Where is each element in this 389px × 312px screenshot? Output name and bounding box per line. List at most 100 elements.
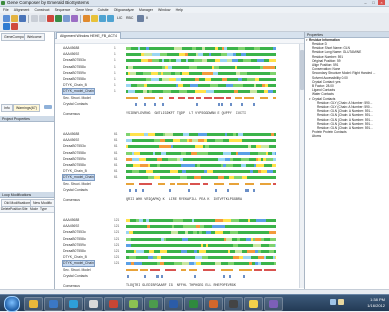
sequence-residues[interactable]: [126, 97, 276, 100]
sequence-residues[interactable]: [126, 176, 276, 180]
sequence-name[interactable]: DnraaB07558o: [63, 151, 86, 156]
tab-info[interactable]: Info: [1, 104, 13, 112]
sequence-residues[interactable]: [126, 262, 276, 266]
sequence-residues[interactable]: [126, 157, 276, 161]
tab-alignment-window[interactable]: Alignment Window HEHE_FB_ACT4: [56, 32, 121, 39]
taskbar-app-browser[interactable]: [64, 297, 83, 311]
sequence-residues[interactable]: [126, 133, 276, 136]
sequence-row[interactable]: DnraaB07558o 121: [55, 237, 304, 242]
sequence-row[interactable]: Sec. Struct. Model: [55, 96, 304, 101]
sequence-name[interactable]: Crystal Contacts: [63, 274, 88, 279]
col-mode[interactable]: Mode: [30, 207, 38, 212]
sequence-row[interactable]: DnraaB07558o 61: [55, 151, 304, 156]
sequence-residues[interactable]: [126, 164, 276, 167]
sequence-row[interactable]: DnraaB07558o 61: [55, 163, 304, 168]
sequence-name[interactable]: DnraaB07553o: [63, 58, 86, 63]
sequence-name[interactable]: Sec. Struct. Model: [63, 96, 91, 101]
sequence-row[interactable]: Crystal Contacts: [55, 274, 304, 279]
sequence-residues[interactable]: [126, 231, 276, 235]
sequence-name[interactable]: DnraaB07559o: [63, 71, 86, 76]
oligo-icon[interactable]: [71, 15, 78, 22]
sequence-name[interactable]: DTYK_Chain_B: [63, 255, 87, 260]
zoom-in-icon[interactable]: [99, 15, 106, 22]
align-left-icon[interactable]: [31, 15, 38, 22]
taskbar-app-excel[interactable]: [184, 297, 203, 311]
sequence-row[interactable]: DnraaB07553o 1: [55, 58, 304, 63]
minimize-button[interactable]: –: [362, 0, 369, 5]
tab-old-modifications[interactable]: Old Modifications: [1, 199, 34, 207]
sequence-residues[interactable]: [126, 274, 276, 278]
collapse-triangle-icon[interactable]: ▾: [309, 97, 311, 101]
sequence-name[interactable]: AAA45692: [63, 52, 79, 57]
sequence-row[interactable]: DTYK_Chain_B 61: [55, 169, 304, 174]
extra-label[interactable]: Il: [146, 16, 148, 20]
settings-icon[interactable]: [137, 15, 144, 22]
sequence-name[interactable]: DnraaB07558o: [63, 237, 86, 242]
close-button[interactable]: ×: [378, 0, 385, 5]
taskbar-app-office[interactable]: [104, 297, 123, 311]
sequence-row[interactable]: DnraaB07558o 1: [55, 65, 304, 70]
sequence-residues[interactable]: [126, 243, 276, 247]
sequence-name[interactable]: Crystal Contacts: [63, 188, 88, 193]
sequence-row[interactable]: DnraaB07559o 1: [55, 71, 304, 76]
sequence-row[interactable]: DnraaB07553o 121: [55, 230, 304, 235]
sequence-icon[interactable]: [55, 15, 62, 22]
taskbar-app-word[interactable]: [164, 297, 183, 311]
sequence-row[interactable]: AAA45692 61: [55, 138, 304, 143]
sequence-name[interactable]: AAA45692: [63, 224, 79, 229]
sequence-residues[interactable]: [126, 269, 276, 272]
sequence-residues[interactable]: [126, 256, 276, 260]
new-file-icon[interactable]: [3, 15, 10, 22]
sequence-row[interactable]: Crystal Contacts: [55, 102, 304, 107]
sequence-name[interactable]: DTYK_Chain_B: [63, 169, 87, 174]
sequence-row[interactable]: DnraaB07559o 121: [55, 243, 304, 248]
zoom-label[interactable]: LIC: [117, 16, 122, 20]
sequence-row[interactable]: AAA45692 1: [55, 52, 304, 57]
sequence-name[interactable]: AAA45688: [63, 132, 79, 137]
sequence-name[interactable]: Sec. Struct. Model: [63, 182, 91, 187]
sequence-name[interactable]: DTYK_model_Chain: [62, 88, 95, 96]
sequence-residues[interactable]: [126, 188, 276, 192]
sequence-residues[interactable]: [126, 250, 276, 253]
sequence-row[interactable]: DnraaB07559o 61: [55, 157, 304, 162]
sequence-name[interactable]: DnraaB07558o: [63, 163, 86, 168]
sequence-name[interactable]: DnraaB07553o: [63, 230, 86, 235]
sequence-row[interactable]: Crystal Contacts: [55, 188, 304, 193]
sequence-residues[interactable]: [126, 237, 276, 241]
sequence-row[interactable]: DnraaB07558o 1: [55, 77, 304, 82]
sequence-name[interactable]: DnraaB07559o: [63, 243, 86, 248]
sequence-row[interactable]: Sec. Struct. Model: [55, 182, 304, 187]
sequence-name[interactable]: AAA45692: [63, 138, 79, 143]
sequence-name[interactable]: DnraaB07558o: [63, 77, 86, 82]
open-folder-icon[interactable]: [11, 15, 18, 22]
sequence-row[interactable]: AAA45688 61: [55, 132, 304, 137]
col-delete[interactable]: Delete: [1, 207, 10, 212]
network-icon[interactable]: [330, 299, 336, 305]
sequence-name[interactable]: AAA45688: [63, 46, 79, 51]
sequence-residues[interactable]: [126, 53, 276, 57]
sequence-name[interactable]: DTYK_Chain_B: [63, 83, 87, 88]
sequence-residues[interactable]: [126, 59, 276, 63]
sequence-row[interactable]: DTYK_model_Chain 121: [55, 260, 304, 268]
sequence-name[interactable]: Sec. Struct. Model: [63, 268, 91, 273]
sequence-residues[interactable]: [126, 225, 276, 229]
clock[interactable]: 1:38 PM 1/16/2012: [367, 297, 385, 309]
sequence-row[interactable]: DTYK_model_Chain 1: [55, 88, 304, 96]
taskbar-app-notes[interactable]: [244, 297, 263, 311]
col-position[interactable]: Position: [10, 207, 21, 212]
align-center-icon[interactable]: [39, 15, 46, 22]
taskbar-app-powerpoint[interactable]: [204, 297, 223, 311]
taskbar-app-paint[interactable]: [124, 297, 143, 311]
stop-icon[interactable]: [11, 23, 18, 30]
taskbar-app-viewer[interactable]: [264, 297, 283, 311]
save-icon[interactable]: [19, 15, 26, 22]
sequence-name[interactable]: AAA45688: [63, 218, 79, 223]
sequence-row[interactable]: DnraaB07553o 61: [55, 144, 304, 149]
sequence-residues[interactable]: [126, 219, 276, 222]
sequence-residues[interactable]: [126, 90, 276, 94]
sequence-row[interactable]: DTYK_model_Chain 61: [55, 174, 304, 182]
sequence-residues[interactable]: [126, 139, 276, 143]
sequence-name[interactable]: DnraaB07558o: [63, 65, 86, 70]
sequence-residues[interactable]: [126, 47, 276, 50]
sequence-name[interactable]: DnraaB07553o: [63, 144, 86, 149]
